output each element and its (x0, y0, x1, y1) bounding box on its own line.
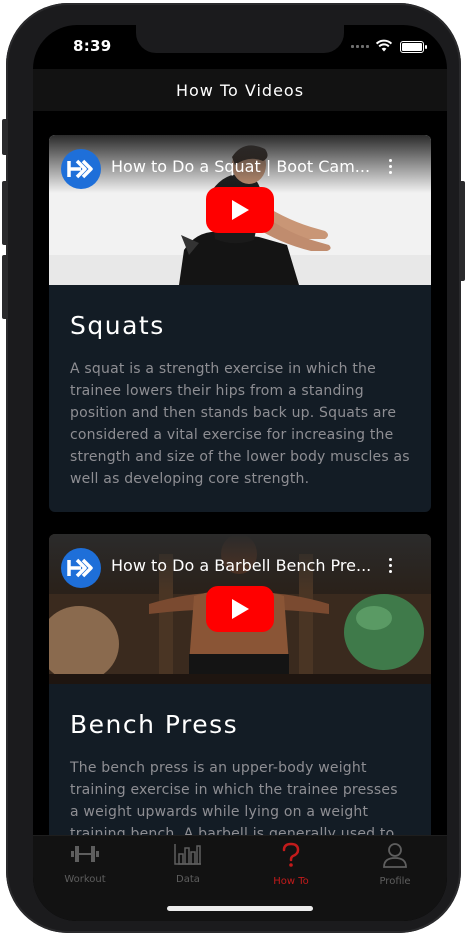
more-options-icon[interactable] (389, 159, 393, 174)
play-icon (232, 200, 249, 220)
mute-switch (2, 119, 8, 155)
card-body: Bench Press The bench press is an upper-… (49, 684, 431, 835)
exercise-description: The bench press is an upper-body weight … (70, 760, 398, 835)
exercise-title: Squats (70, 311, 165, 340)
tab-how-to[interactable]: How To (251, 842, 331, 887)
phone-frame: 8:39 How To Videos How to Do a Squat | B… (2, 3, 465, 933)
play-button[interactable] (206, 187, 274, 233)
video-card-bench-press: How to Do a Barbell Bench Pre... Bench P… (49, 534, 431, 835)
tab-data[interactable]: Data (148, 842, 228, 885)
tab-label: Data (176, 874, 200, 885)
tab-profile[interactable]: Profile (355, 842, 435, 887)
tab-label: How To (273, 876, 309, 887)
nav-bar: How To Videos (33, 69, 447, 111)
video-player[interactable]: How to Do a Barbell Bench Pre... (49, 534, 431, 684)
video-title[interactable]: How to Do a Squat | Boot Cam... (111, 157, 373, 176)
volume-down-button (2, 255, 8, 319)
channel-logo-icon (67, 159, 93, 179)
battery-icon (400, 41, 427, 53)
volume-up-button (2, 181, 8, 245)
tab-label: Profile (379, 876, 411, 887)
video-player[interactable]: How to Do a Squat | Boot Cam... (49, 135, 431, 285)
video-card-squats: How to Do a Squat | Boot Cam... Squats A… (49, 135, 431, 512)
screen: 8:39 How To Videos How to Do a Squat | B… (33, 25, 447, 921)
more-options-icon[interactable] (389, 558, 393, 573)
play-button[interactable] (206, 586, 274, 632)
bar-chart-icon (174, 844, 201, 865)
tab-workout[interactable]: Workout (45, 842, 125, 885)
dumbbell-icon (71, 846, 99, 862)
channel-logo-icon (67, 558, 93, 578)
power-button (459, 181, 465, 281)
tab-label: Workout (64, 874, 106, 885)
tab-bar: Workout Data How To Profile (33, 835, 447, 921)
video-title[interactable]: How to Do a Barbell Bench Pre... (111, 556, 373, 575)
notch (136, 25, 344, 53)
wifi-icon (375, 39, 393, 52)
signal-icon (351, 45, 369, 48)
play-icon (232, 599, 249, 619)
person-icon (383, 843, 407, 868)
page-title: How To Videos (175, 81, 305, 100)
channel-avatar[interactable] (61, 548, 101, 588)
status-time: 8:39 (73, 37, 112, 55)
channel-avatar[interactable] (61, 149, 101, 189)
question-mark-icon (282, 842, 300, 867)
home-indicator[interactable] (167, 906, 313, 911)
exercise-title: Bench Press (70, 710, 239, 739)
video-list[interactable]: How to Do a Squat | Boot Cam... Squats A… (33, 111, 447, 835)
exercise-description: A squat is a strength exercise in which … (70, 361, 410, 487)
card-body: Squats A squat is a strength exercise in… (49, 285, 431, 512)
